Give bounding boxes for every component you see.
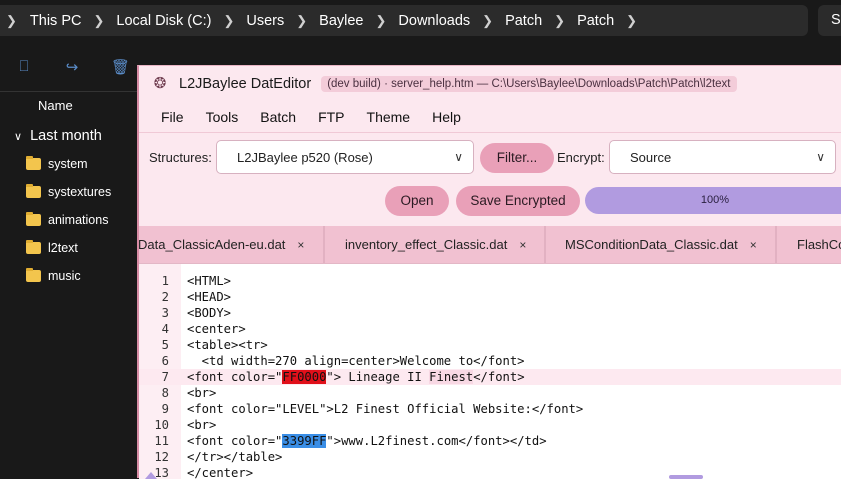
- save-encrypted-button[interactable]: Save Encrypted: [456, 186, 580, 216]
- tab-inventory-effect[interactable]: inventory_effect_Classic.dat ×: [345, 226, 526, 263]
- code-line[interactable]: 6 <td width=270 align=center>Welcome to<…: [139, 353, 841, 369]
- title-bar[interactable]: ❂ L2JBaylee DatEditor (dev build) · serv…: [139, 66, 841, 102]
- tab-data-classicaden[interactable]: Data_ClassicAden-eu.dat ×: [139, 226, 304, 263]
- menu-help[interactable]: Help: [432, 109, 461, 125]
- delete-icon[interactable]: 🗑︎: [111, 58, 130, 76]
- color-highlight: 3399FF: [282, 434, 327, 448]
- chevron-right-icon[interactable]: ❯: [223, 13, 234, 29]
- open-button[interactable]: Open: [385, 186, 449, 216]
- toolbar-divider: [0, 91, 137, 92]
- breadcrumb-patch[interactable]: Patch: [505, 13, 542, 29]
- chevron-right-icon[interactable]: ❯: [376, 13, 387, 29]
- breadcrumb-patch-current[interactable]: Patch: [577, 13, 614, 29]
- folder-icon: [26, 240, 41, 254]
- structures-label: Structures:: [149, 150, 212, 165]
- search-box[interactable]: Se: [818, 5, 841, 36]
- menu-batch[interactable]: Batch: [260, 109, 296, 125]
- app-title: L2JBaylee DatEditor: [179, 76, 312, 92]
- menu-divider: [139, 132, 841, 133]
- dat-editor-window: ❂ L2JBaylee DatEditor (dev build) · serv…: [137, 65, 841, 479]
- chevron-down-icon: ∨: [816, 150, 825, 164]
- menu-theme[interactable]: Theme: [367, 109, 411, 125]
- file-tabs: Data_ClassicAden-eu.dat × inventory_effec…: [139, 226, 841, 263]
- code-lines: 1 <HTML> 2 <HEAD> 3 <BODY> 4 <center> 5 <tabl…: [139, 273, 841, 479]
- explorer-toolbar: ⎕ ↪ 🗑︎: [0, 58, 137, 84]
- color-highlight: FF0000: [282, 370, 327, 384]
- code-line[interactable]: 5 <table><tr>: [139, 337, 841, 353]
- chevron-down-icon[interactable]: ∨: [14, 130, 22, 143]
- address-bar[interactable]: ❯ This PC ❯ Local Disk (C:) ❯ Users ❯ Ba…: [0, 5, 808, 36]
- menu-ftp[interactable]: FTP: [318, 109, 344, 125]
- breadcrumb-users[interactable]: Users: [246, 13, 284, 29]
- code-editor[interactable]: 1 <HTML> 2 <HEAD> 3 <BODY> 4 <center> 5 <tabl…: [139, 263, 841, 479]
- tab-flashco[interactable]: FlashCo: [797, 226, 841, 263]
- chevron-right-icon[interactable]: ❯: [482, 13, 493, 29]
- menu-bar: File Tools Batch FTP Theme Help: [139, 105, 461, 129]
- tab-msconditiondata[interactable]: MSConditionData_Classic.dat ×: [565, 226, 757, 263]
- folder-item[interactable]: music: [26, 268, 81, 283]
- chevron-down-icon: ∨: [454, 150, 463, 164]
- folder-item[interactable]: system: [26, 156, 88, 171]
- code-line[interactable]: 12 </tr></table>: [139, 449, 841, 465]
- file-path-badge: (dev build) · server_help.htm — C:\Users…: [321, 76, 737, 92]
- breadcrumb-baylee[interactable]: Baylee: [319, 13, 363, 29]
- tab-separator: [323, 226, 325, 263]
- column-header-name[interactable]: Name: [38, 98, 73, 113]
- code-line[interactable]: 10 <br>: [139, 417, 841, 433]
- share-icon[interactable]: ↪: [63, 58, 81, 76]
- close-icon[interactable]: ×: [519, 238, 526, 252]
- code-line[interactable]: 9 <font color="LEVEL">L2 Finest Official …: [139, 401, 841, 417]
- tab-separator: [775, 226, 777, 263]
- chevron-right-icon[interactable]: ❯: [296, 13, 307, 29]
- filter-button[interactable]: Filter...: [480, 143, 554, 173]
- code-line-current[interactable]: 7 <font color="FF0000"> Lineage II Finest…: [139, 369, 841, 385]
- code-line[interactable]: 11 <font color="3399FF">www.L2finest.com<…: [139, 433, 841, 449]
- chevron-right-icon[interactable]: ❯: [93, 13, 104, 29]
- progress-bar: 100%: [585, 187, 841, 214]
- chevron-right-icon[interactable]: ❯: [6, 13, 17, 29]
- horizontal-scrollbar[interactable]: [669, 475, 703, 479]
- code-line[interactable]: 4 <center>: [139, 321, 841, 337]
- chevron-right-icon[interactable]: ❯: [626, 13, 637, 29]
- folder-item[interactable]: systextures: [26, 184, 111, 199]
- rename-icon[interactable]: ⎕: [15, 58, 33, 76]
- folder-icon: [26, 156, 41, 170]
- word-highlight: Finest: [429, 370, 474, 384]
- folder-icon: [26, 268, 41, 282]
- close-icon[interactable]: ×: [297, 238, 304, 252]
- chevron-right-icon[interactable]: ❯: [554, 13, 565, 29]
- menu-tools[interactable]: Tools: [206, 109, 239, 125]
- close-icon[interactable]: ×: [750, 238, 757, 252]
- encrypt-label: Encrypt:: [557, 150, 605, 165]
- code-line[interactable]: 3 <BODY>: [139, 305, 841, 321]
- app-logo-icon: ❂: [153, 75, 167, 92]
- folder-item[interactable]: animations: [26, 212, 108, 227]
- group-last-month[interactable]: ∨ Last month: [14, 128, 102, 144]
- folder-icon: [26, 212, 41, 226]
- folder-item[interactable]: l2text: [26, 240, 78, 255]
- code-line[interactable]: 13 </center>: [139, 465, 841, 479]
- code-line[interactable]: 1 <HTML>: [139, 273, 841, 289]
- folder-icon: [26, 184, 41, 198]
- code-line[interactable]: 8 <br>: [139, 385, 841, 401]
- code-line[interactable]: 2 <HEAD>: [139, 289, 841, 305]
- breadcrumb-local-disk[interactable]: Local Disk (C:): [116, 13, 211, 29]
- breadcrumb-downloads[interactable]: Downloads: [398, 13, 470, 29]
- menu-file[interactable]: File: [161, 109, 184, 125]
- breadcrumb-this-pc[interactable]: This PC: [30, 13, 82, 29]
- tab-separator: [544, 226, 546, 263]
- encrypt-select[interactable]: Source ∨: [609, 140, 836, 174]
- structures-select[interactable]: L2JBaylee p520 (Rose) ∨: [216, 140, 474, 174]
